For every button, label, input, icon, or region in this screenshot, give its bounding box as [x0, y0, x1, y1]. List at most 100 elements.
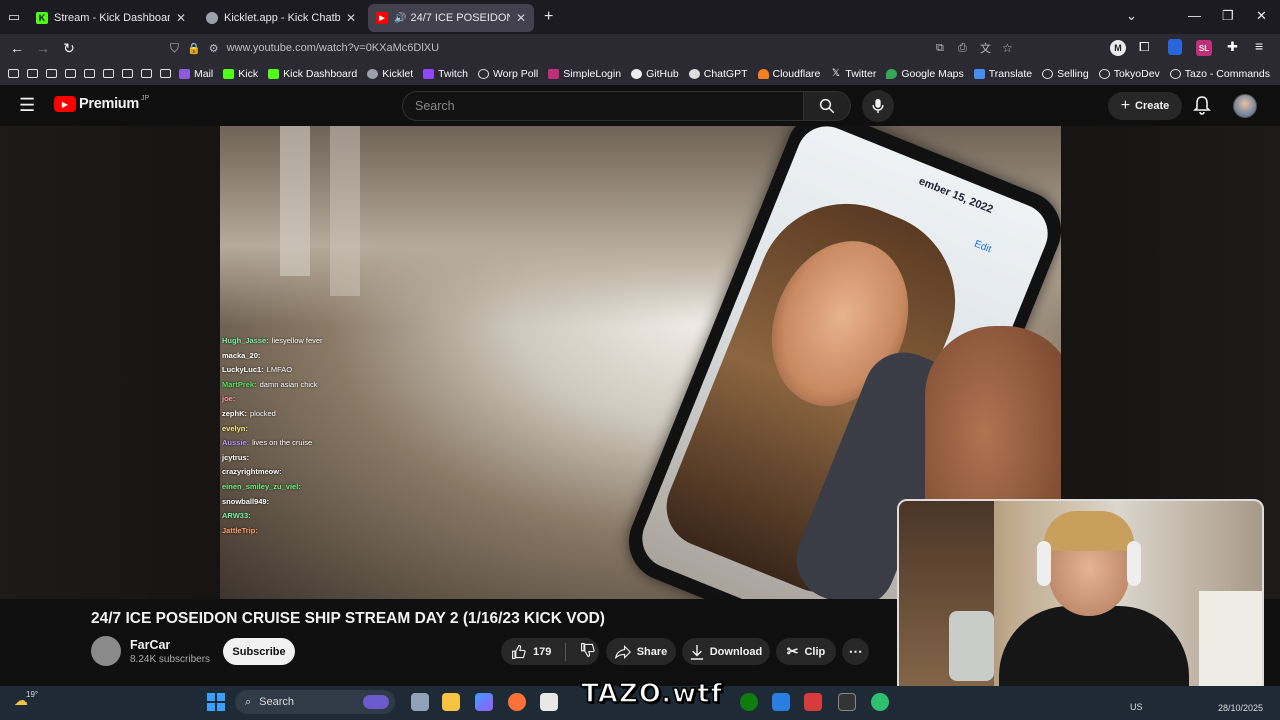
bookmark-kick[interactable]: Kick [223, 68, 258, 80]
bookmark-translate[interactable]: Translate [973, 68, 1032, 80]
chat-message: jcytrus: [222, 451, 323, 466]
extension-m-icon[interactable]: M [1110, 40, 1126, 56]
channel-name[interactable]: FarCar [130, 638, 170, 652]
new-tab-icon[interactable]: + [544, 8, 553, 26]
bookmark-twitter[interactable]: 𝕏 Twitter [830, 68, 876, 80]
extension-shield-icon[interactable] [1168, 39, 1182, 55]
folder-icon[interactable] [65, 69, 76, 78]
close-tab-icon[interactable]: ✕ [346, 11, 356, 25]
app-menu-icon[interactable]: ≡ [1255, 38, 1263, 54]
bookmark-tokyodev[interactable]: TokyoDev [1098, 68, 1160, 80]
more-actions-button[interactable]: ⋯ [842, 638, 869, 665]
bookmark-mail[interactable]: Mail [179, 68, 213, 80]
windows-start-icon[interactable] [207, 693, 225, 711]
simplelogin-extension-icon[interactable]: SL [1196, 40, 1212, 56]
app-icon[interactable] [871, 693, 889, 711]
dislike-button[interactable] [580, 642, 596, 661]
chat-username: ARW33: [222, 511, 251, 521]
file-explorer-icon[interactable] [442, 693, 460, 711]
app-icon[interactable] [804, 693, 822, 711]
subscribe-button[interactable]: Subscribe [223, 638, 295, 665]
taskbar-search-label: Search [259, 696, 295, 708]
copilot-icon[interactable] [475, 693, 493, 711]
epic-games-icon[interactable] [838, 693, 856, 711]
minimize-icon[interactable]: — [1188, 8, 1201, 23]
app-icon[interactable] [772, 693, 790, 711]
lock-icon[interactable]: 🔒 [187, 42, 201, 55]
taskbar-date[interactable]: 28/10/2025 [1218, 703, 1263, 713]
folder-icon[interactable] [122, 69, 133, 78]
chat-text: liesyellow fever [271, 336, 323, 345]
puzzle-extensions-icon[interactable]: ✚ [1227, 39, 1238, 55]
forward-icon[interactable]: → [30, 40, 56, 56]
microphone-icon [872, 98, 884, 114]
extensions-icon[interactable]: ⧠ [1139, 39, 1149, 55]
xbox-icon[interactable] [740, 693, 758, 711]
picture-in-picture-icon[interactable]: ⧉ [936, 42, 944, 55]
url-bar[interactable]: ⛉ 🔒 ⚙ www.youtube.com/watch?v=0KXaMc6DlX… [170, 37, 1020, 59]
tab-kick-dashboard[interactable]: K Stream - Kick Dashboard ✕ [28, 4, 194, 32]
shield-icon[interactable]: ⛉ [170, 41, 179, 56]
video-background [330, 126, 360, 296]
thumbs-up-icon [512, 644, 526, 659]
youtube-premium-logo[interactable]: ▶ Premium JP [54, 95, 149, 112]
close-window-icon[interactable]: ✕ [1256, 8, 1267, 24]
permissions-icon[interactable]: ⚙ [209, 42, 219, 55]
store-icon[interactable] [540, 693, 558, 711]
like-button[interactable]: 179 [511, 644, 551, 660]
list-all-tabs-icon[interactable]: ⌄ [1126, 8, 1137, 24]
bookmark-kick-dashboard[interactable]: Kick Dashboard [268, 68, 357, 80]
bookmark-kicklet[interactable]: Kicklet [367, 68, 413, 80]
reload-icon[interactable]: ↻ [56, 40, 82, 57]
search-button[interactable] [803, 91, 851, 121]
clip-button[interactable]: ✂ Clip [776, 638, 836, 665]
bookmark-star-icon[interactable]: ☆ [1002, 41, 1013, 55]
account-avatar[interactable] [1233, 94, 1257, 118]
folder-icon[interactable] [27, 69, 38, 78]
download-button[interactable]: Download [682, 638, 770, 665]
url-text[interactable]: www.youtube.com/watch?v=0KXaMc6DlXU [227, 42, 439, 54]
translate-page-icon[interactable]: 文 [980, 40, 991, 56]
bookmark-github[interactable]: GitHub [631, 68, 679, 80]
bookmark-worp-poll[interactable]: Worp Poll [477, 68, 538, 80]
search-input[interactable]: Search [402, 91, 804, 121]
save-page-icon[interactable]: ⎙ [958, 42, 967, 55]
chat-username: Hugh_Jasse: [222, 336, 269, 345]
back-icon[interactable]: ← [4, 40, 30, 56]
close-tab-icon[interactable]: ✕ [516, 11, 526, 25]
language-indicator[interactable]: US [1130, 702, 1143, 712]
folder-icon[interactable] [84, 69, 95, 78]
maximize-icon[interactable]: ❐ [1222, 8, 1234, 24]
notifications-button[interactable] [1193, 95, 1211, 120]
start-tile [217, 693, 225, 701]
map-pin-icon [886, 68, 898, 79]
folder-icon[interactable] [103, 69, 114, 78]
share-label: Share [636, 645, 668, 658]
create-button[interactable]: + Create [1108, 92, 1182, 120]
bookmark-selling[interactable]: Selling [1042, 68, 1089, 80]
tab-kicklet[interactable]: Kicklet.app - Kick Chatbot and ✕ [198, 4, 364, 32]
folder-icon[interactable] [141, 69, 152, 78]
bookmark-chatgpt[interactable]: ChatGPT [688, 68, 748, 80]
bookmark-simplelogin[interactable]: SimpleLogin [548, 68, 621, 80]
tab-youtube-video[interactable]: ▶ 🔊 24/7 ICE POSEIDON CRUISE ✕ [368, 4, 534, 32]
bookmark-cloudflare[interactable]: Cloudflare [757, 68, 820, 80]
folder-icon[interactable] [160, 69, 171, 78]
bookmark-tazo-commands[interactable]: Tazo - Commands [1169, 68, 1270, 80]
bookmark-google-maps[interactable]: Google Maps [886, 68, 964, 80]
chat-message: joe: [222, 392, 323, 407]
task-view-icon[interactable] [411, 693, 429, 711]
close-tab-icon[interactable]: ✕ [176, 11, 186, 25]
start-tile [207, 703, 215, 711]
firefox-icon[interactable] [508, 693, 526, 711]
tab-list-icon[interactable]: ▭ [0, 9, 28, 25]
folder-icon[interactable] [46, 69, 57, 78]
speaker-icon[interactable]: 🔊 [394, 13, 406, 24]
guide-menu-icon[interactable]: ☰ [19, 96, 35, 114]
bookmark-twitch[interactable]: Twitch [423, 68, 468, 80]
share-button[interactable]: Share [606, 638, 676, 665]
channel-avatar[interactable] [91, 636, 121, 666]
folder-icon[interactable] [8, 69, 19, 78]
voice-search-button[interactable] [862, 90, 894, 122]
taskbar-search[interactable]: ⌕ Search [235, 690, 395, 714]
